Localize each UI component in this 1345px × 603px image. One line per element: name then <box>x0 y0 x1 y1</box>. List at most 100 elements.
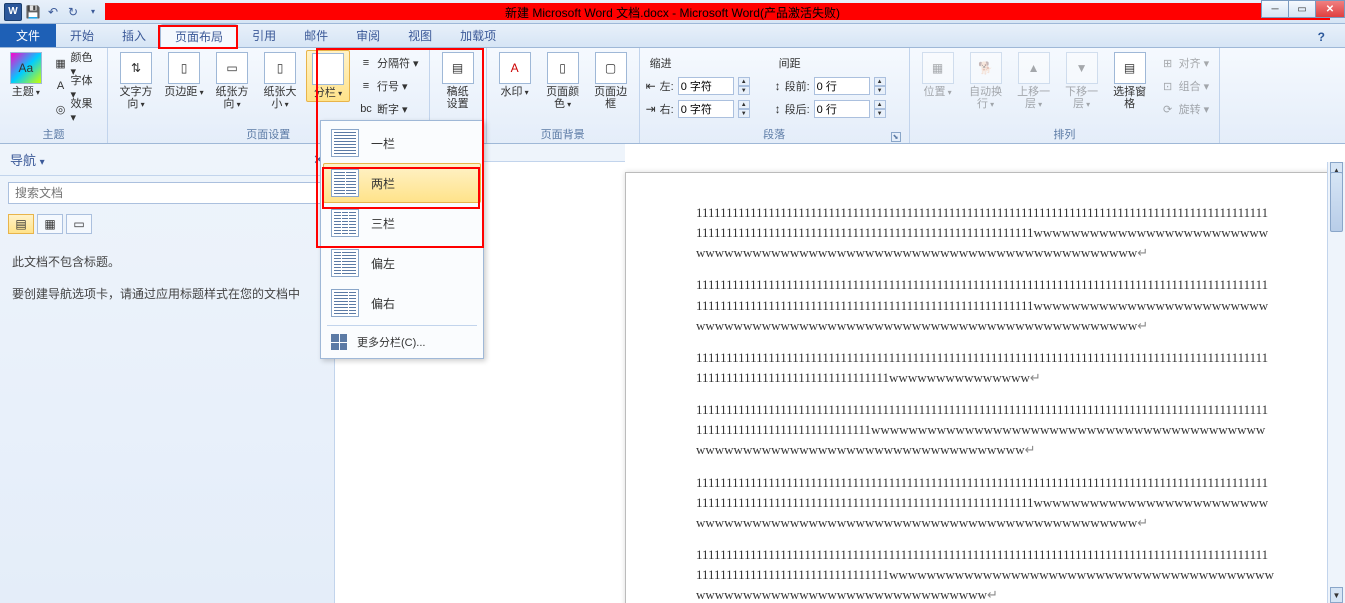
paragraph[interactable]: 1111111111111111111111111111111111111111… <box>696 473 1274 533</box>
theme-effects-button[interactable]: ◎效果 ▾ <box>50 98 101 120</box>
wrap-button[interactable]: 🐕自动换行 <box>964 50 1008 112</box>
three-column-icon <box>331 209 359 237</box>
more-columns[interactable]: 更多分栏(C)... <box>323 328 481 356</box>
text-direction-icon: ⇅ <box>120 52 152 84</box>
spin-down[interactable]: ▼ <box>874 86 886 95</box>
ribbon: Aa 主题 ▦颜色 ▾ A字体 ▾ ◎效果 ▾ 主题 ⇅文字方向 ▯页边距 ▭纸… <box>0 48 1345 144</box>
page-borders-button[interactable]: ▢页面边框 <box>589 50 633 112</box>
columns-two[interactable]: 两栏 <box>323 163 481 203</box>
tab-file[interactable]: 文件 <box>0 23 56 47</box>
indent-right-icon: ⇥ <box>646 102 656 116</box>
nav-tab-headings[interactable]: ▤ <box>8 214 34 234</box>
app-name: Microsoft Word <box>680 6 760 20</box>
group-arrange: ▦位置 🐕自动换行 ▲上移一层 ▼下移一层 ▤选择窗格 ⊞对齐 ▾ ⊡组合 ▾ … <box>910 48 1221 143</box>
columns-right[interactable]: 偏右 <box>323 283 481 323</box>
nav-msg2: 要创建导航选项卡，请通过应用标题样式在您的文档中 <box>12 284 322 306</box>
orientation-button[interactable]: ▭纸张方向 <box>210 50 254 112</box>
selection-pane-button[interactable]: ▤选择窗格 <box>1108 50 1152 112</box>
spin-up[interactable]: ▲ <box>738 100 750 109</box>
minimize-ribbon-icon[interactable]: ㅤ <box>1299 30 1310 47</box>
nav-tabs: ▤ ▦ ▭ <box>0 210 334 238</box>
group-button[interactable]: ⊡组合 ▾ <box>1156 75 1214 97</box>
paragraph[interactable]: 1111111111111111111111111111111111111111… <box>696 275 1274 335</box>
align-icon: ⊞ <box>1160 55 1176 71</box>
nav-title: 导航 <box>10 153 36 168</box>
paragraph[interactable]: 1111111111111111111111111111111111111111… <box>696 348 1274 388</box>
paper-icon: ▤ <box>442 52 474 84</box>
minimize-button[interactable]: ─ <box>1261 0 1289 18</box>
paper-settings-button[interactable]: ▤稿纸 设置 <box>436 50 480 112</box>
search-input[interactable] <box>8 182 326 204</box>
themes-icon: Aa <box>10 52 42 84</box>
margins-button[interactable]: ▯页边距 <box>162 50 206 100</box>
indent-left-field[interactable]: ⇤左: ▲▼ <box>646 75 771 97</box>
title-bar: W 💾 ↶ ↻ ▾ 新建 Microsoft Word 文档.docx - Mi… <box>0 0 1345 24</box>
group-label-theme: 主题 <box>6 125 101 143</box>
spin-down[interactable]: ▼ <box>874 109 886 118</box>
maximize-button[interactable]: ▭ <box>1288 0 1316 18</box>
space-before-icon: ↕ <box>775 79 781 93</box>
space-after-input[interactable] <box>814 100 870 118</box>
indent-right-input[interactable] <box>678 100 734 118</box>
pages-icon: ▦ <box>44 217 55 231</box>
scroll-thumb[interactable] <box>1330 172 1343 232</box>
paragraph-launcher[interactable]: ⬊ <box>891 132 901 142</box>
group-theme: Aa 主题 ▦颜色 ▾ A字体 ▾ ◎效果 ▾ 主题 <box>0 48 108 143</box>
tab-references[interactable]: 引用 <box>238 23 290 47</box>
columns-left[interactable]: 偏左 <box>323 243 481 283</box>
spin-down[interactable]: ▼ <box>738 86 750 95</box>
indent-left-icon: ⇤ <box>646 79 656 93</box>
tab-review[interactable]: 审阅 <box>342 23 394 47</box>
paragraph-mark: ↵ <box>987 587 998 602</box>
indent-left-input[interactable] <box>678 77 734 95</box>
space-after-field[interactable]: ↕段后: ▲▼ <box>775 98 903 120</box>
paragraph[interactable]: 1111111111111111111111111111111111111111… <box>696 545 1274 603</box>
group-label-arrange: 排列 <box>916 125 1214 143</box>
paragraph[interactable]: 1111111111111111111111111111111111111111… <box>696 203 1274 263</box>
rotate-icon: ⟳ <box>1160 101 1176 117</box>
spin-up[interactable]: ▲ <box>874 100 886 109</box>
scroll-down-icon[interactable]: ▼ <box>1330 587 1343 603</box>
space-before-input[interactable] <box>814 77 870 95</box>
columns-one[interactable]: 一栏 <box>323 123 481 163</box>
breaks-button[interactable]: ≡分隔符 ▾ <box>354 52 423 74</box>
text-direction-button[interactable]: ⇅文字方向 <box>114 50 158 112</box>
columns-three[interactable]: 三栏 <box>323 203 481 243</box>
spin-up[interactable]: ▲ <box>738 77 750 86</box>
position-button[interactable]: ▦位置 <box>916 50 960 100</box>
tab-view[interactable]: 视图 <box>394 23 446 47</box>
hyphenation-button[interactable]: bc断字 ▾ <box>354 98 423 120</box>
nav-body: 此文档不包含标题。 要创建导航选项卡，请通过应用标题样式在您的文档中 <box>0 238 334 319</box>
spin-up[interactable]: ▲ <box>874 77 886 86</box>
vertical-scrollbar[interactable]: ▲ ▼ <box>1327 162 1345 603</box>
paragraph[interactable]: 1111111111111111111111111111111111111111… <box>696 400 1274 460</box>
nav-dropdown-icon[interactable]: ▾ <box>40 157 45 168</box>
nav-tab-results[interactable]: ▭ <box>66 214 92 234</box>
bring-forward-button[interactable]: ▲上移一层 <box>1012 50 1056 112</box>
spin-down[interactable]: ▼ <box>738 109 750 118</box>
close-button[interactable]: ✕ <box>1315 0 1345 18</box>
columns-button[interactable]: 分栏 <box>306 50 350 102</box>
tab-home[interactable]: 开始 <box>56 23 108 47</box>
line-numbers-button[interactable]: ≡行号 ▾ <box>354 75 423 97</box>
themes-button[interactable]: Aa 主题 <box>6 50 46 100</box>
page-color-button[interactable]: ▯页面颜色 <box>541 50 585 112</box>
space-after-icon: ↕ <box>775 102 781 116</box>
size-button[interactable]: ▯纸张大小 <box>258 50 302 112</box>
watermark-button[interactable]: A水印 <box>493 50 537 100</box>
tab-mailings[interactable]: 邮件 <box>290 23 342 47</box>
align-button[interactable]: ⊞对齐 ▾ <box>1156 52 1214 74</box>
document-page[interactable]: 1111111111111111111111111111111111111111… <box>625 172 1345 603</box>
space-before-field[interactable]: ↕段前: ▲▼ <box>775 75 903 97</box>
indent-right-field[interactable]: ⇥右: ▲▼ <box>646 98 771 120</box>
rotate-button[interactable]: ⟳旋转 ▾ <box>1156 98 1214 120</box>
group-page-background: A水印 ▯页面颜色 ▢页面边框 页面背景 <box>487 48 640 143</box>
tab-page-layout[interactable]: 页面布局 <box>160 24 238 48</box>
nav-tab-pages[interactable]: ▦ <box>37 214 63 234</box>
tab-insert[interactable]: 插入 <box>108 23 160 47</box>
paragraph-mark: ↵ <box>1025 442 1036 457</box>
help-icon[interactable]: ? <box>1318 30 1325 47</box>
tab-addins[interactable]: 加载项 <box>446 23 510 47</box>
document-area[interactable]: 1111111111111111111111111111111111111111… <box>335 144 1345 603</box>
send-backward-button[interactable]: ▼下移一层 <box>1060 50 1104 112</box>
